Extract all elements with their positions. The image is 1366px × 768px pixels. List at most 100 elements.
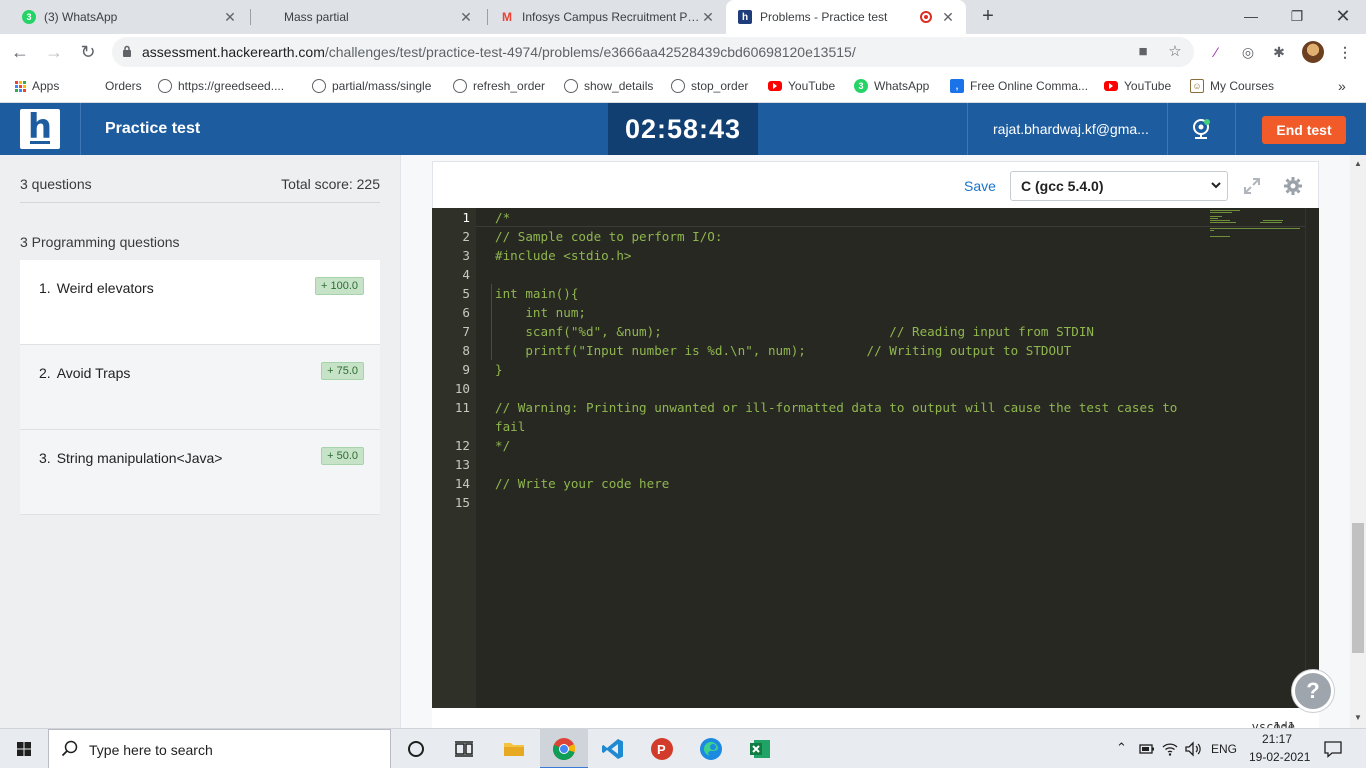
user-email[interactable]: rajat.bhardwaj.kf@gma... [993,121,1149,137]
bookmark-label: YouTube [788,79,836,93]
line-number: 6 [462,305,470,320]
star-icon[interactable]: ☆ [1166,43,1184,61]
bookmark-stop-order[interactable]: stop_order [671,77,748,95]
code-text: // Write your code here [495,476,670,491]
minimize-button[interactable]: — [1228,0,1274,34]
code-line: 2 // Sample code to perform I/O: [432,227,1319,246]
volume-icon[interactable] [1184,741,1202,757]
file-explorer-icon[interactable] [490,729,538,768]
bookmark-youtube[interactable]: YouTube [768,77,835,95]
bookmarks-bar: Apps Orders https://greedseed.... partia… [0,70,1366,103]
battery-icon[interactable] [1139,743,1155,755]
close-icon[interactable]: ✕ [458,9,474,26]
avatar[interactable] [1302,41,1324,63]
bookmark-partial-mass-single[interactable]: partial/mass/single [312,77,431,95]
more-bookmarks-button[interactable]: » [1338,77,1346,95]
question-item-1[interactable]: 1. Weird elevators + 100.0 [20,260,380,345]
editor-scrollbar[interactable] [1305,208,1319,708]
end-test-button[interactable]: End test [1262,116,1346,144]
wifi-icon[interactable] [1162,741,1178,757]
editor-area: Save C (gcc 5.4.0) 1 /* 2 // Sample code t… [400,155,1350,734]
bookmark-my-courses[interactable]: ☺ My Courses [1190,77,1274,95]
code-text: printf("Input number is %d.\n", num); //… [495,343,1072,358]
page-scrollbar[interactable]: ▲ ▼ [1350,155,1366,728]
excel-icon[interactable] [736,729,784,768]
bookmark-label: stop_order [691,79,749,93]
free-online-icon: , [950,79,964,93]
webcam-icon[interactable] [1190,118,1212,140]
question-item-3[interactable]: 3. String manipulation<Java> + 50.0 [20,430,380,515]
psiphon-icon[interactable]: P [638,729,686,768]
extension-icon[interactable]: ◎ [1237,41,1259,63]
code-line: fail [432,417,1319,436]
total-score: Total score: 225 [281,176,380,192]
scroll-down-icon[interactable]: ▼ [1353,713,1363,722]
forward-button[interactable]: → [42,40,66,64]
bookmark-show-details[interactable]: show_details [564,77,653,95]
scroll-up-icon[interactable]: ▲ [1353,159,1363,168]
clock-time[interactable]: 21:17 [1262,732,1292,746]
bookmark-label: WhatsApp [874,79,930,93]
code-line: 8 printf("Input number is %d.\n", num); … [432,341,1319,360]
bookmark-whatsapp[interactable]: 3 WhatsApp [854,77,929,95]
chrome-icon[interactable] [540,729,588,768]
question-item-2[interactable]: 2. Avoid Traps + 75.0 [20,345,380,430]
line-number: 11 [454,400,470,415]
back-button[interactable]: ← [8,40,32,64]
close-icon[interactable]: ✕ [700,9,716,26]
camera-icon[interactable]: ■ [1134,43,1152,61]
language-select[interactable]: C (gcc 5.4.0) [1010,171,1228,201]
code-line: 4 [432,265,1319,284]
editor-status-bar: 1:1 vscode [432,708,1319,734]
notification-icon[interactable] [1324,740,1342,758]
help-button[interactable]: ? [1292,670,1334,712]
save-button[interactable]: Save [964,178,996,194]
bookmark-orders[interactable]: Orders [105,77,142,95]
tab-whatsapp[interactable]: 3 (3) WhatsApp ✕ [10,0,248,34]
close-icon[interactable]: ✕ [940,9,956,26]
bookmark-free-online[interactable]: , Free Online Comma... [950,77,1088,95]
line-number: 1 [462,210,470,225]
address-bar[interactable]: assessment.hackerearth.com/challenges/te… [112,37,1194,67]
code-editor[interactable]: 1 /* 2 // Sample code to perform I/O: 3 #in… [432,208,1319,708]
taskbar-search[interactable]: Type here to search [48,729,391,768]
reload-button[interactable]: ↻ [76,40,100,64]
chevron-up-icon[interactable]: ⌃ [1116,740,1127,756]
tab-mass-partial[interactable]: Mass partial ✕ [272,0,484,34]
new-tab-button[interactable]: + [976,5,1000,29]
code-text: fail [495,419,526,434]
hackerearth-logo[interactable]: h [20,109,60,149]
bookmark-greedseed[interactable]: https://greedseed.... [158,77,284,95]
bookmark-youtube-2[interactable]: YouTube [1104,77,1171,95]
task-view-icon[interactable] [440,729,488,768]
code-line: 1 /* [432,208,1319,227]
clock-date[interactable]: 19-02-2021 [1249,750,1310,764]
close-icon[interactable]: ✕ [222,9,238,26]
question-number: 1. [39,280,51,296]
code-text: scanf("%d", &num); // Reading input from… [495,324,1094,339]
code-minimap[interactable] [1208,208,1305,248]
vscode-icon[interactable] [589,729,637,768]
line-number: 9 [462,362,470,377]
feather-extension-icon[interactable]: ⁄ [1205,41,1227,63]
windows-start-icon[interactable] [0,729,48,768]
bookmark-apps[interactable]: Apps [15,77,59,95]
restore-button[interactable]: ❐ [1274,0,1320,34]
language-value: C (gcc 5.4.0) [1021,178,1104,194]
menu-icon[interactable]: ⋮ [1334,41,1356,63]
gear-icon[interactable] [1283,176,1303,196]
tab-problems[interactable]: h Problems - Practice test ✕ [726,0,966,34]
scroll-thumb[interactable] [1352,523,1364,653]
tab-title: Infosys Campus Recruitment Process [522,10,700,24]
language-indicator[interactable]: ENG [1211,742,1237,756]
divider [1167,103,1168,155]
edge-icon[interactable] [687,729,735,768]
code-line: 5 int main(){ [432,284,1319,303]
puzzle-icon[interactable]: ✱ [1268,41,1290,63]
close-window-button[interactable]: ✕ [1320,0,1366,34]
cortana-icon[interactable] [392,729,440,768]
url-text: assessment.hackerearth.com/challenges/te… [142,44,856,60]
expand-icon[interactable] [1243,177,1261,195]
tab-infosys[interactable]: M Infosys Campus Recruitment Process ✕ [488,0,726,34]
bookmark-refresh-order[interactable]: refresh_order [453,77,545,95]
